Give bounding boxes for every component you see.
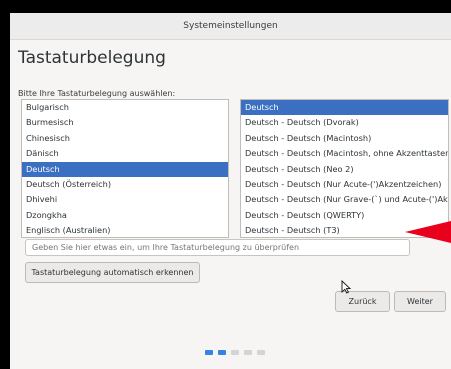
arrow-pointer-icon <box>341 280 351 294</box>
next-button-label: Weiter <box>407 297 433 306</box>
language-item[interactable]: Bulgarisch <box>22 100 228 115</box>
next-button[interactable]: Weiter <box>394 291 446 312</box>
language-item[interactable]: Dhivehi <box>22 192 228 207</box>
language-item[interactable]: Chinesisch <box>22 131 228 146</box>
variant-item[interactable]: Deutsch - Deutsch (Nur Acute-(')Akzentze… <box>241 177 448 192</box>
back-button[interactable]: Zurück <box>335 291 390 312</box>
layout-variant-list[interactable]: Deutsch Deutsch - Deutsch (Dvorak) Deutsch… <box>240 99 449 238</box>
window-title: Systemeinstellungen <box>183 21 278 31</box>
variant-item[interactable]: Deutsch - Deutsch (Macintosh, ohne Akzen… <box>241 146 448 161</box>
progress-dot <box>218 350 226 355</box>
language-item[interactable]: Dzongkha <box>22 208 228 223</box>
variant-item[interactable]: Deutsch - Deutsch (Nur Grave-(`) und Acu… <box>241 192 448 207</box>
language-item[interactable]: Dänisch <box>22 146 228 161</box>
progress-dot <box>244 350 252 355</box>
variant-item[interactable]: Deutsch <box>241 100 448 116</box>
language-item[interactable]: Englisch (Australien) <box>22 223 228 237</box>
keyboard-test-input[interactable] <box>25 239 410 256</box>
progress-dot <box>205 350 213 355</box>
layout-prompt: Bitte Ihre Tastaturbelegung auswählen: <box>18 89 176 98</box>
progress-dot <box>231 350 239 355</box>
window-titlebar: Systemeinstellungen <box>10 13 451 40</box>
settings-window: Systemeinstellungen Tastaturbelegung Bit… <box>10 13 451 369</box>
variant-item[interactable]: Deutsch - Deutsch (Neo 2) <box>241 162 448 177</box>
variant-item[interactable]: Deutsch - Deutsch (Macintosh) <box>241 131 448 146</box>
progress-dot <box>257 350 265 355</box>
progress-indicator <box>205 350 265 355</box>
language-item[interactable]: Burmesisch <box>22 115 228 130</box>
detect-layout-button[interactable]: Tastaturbelegung automatisch erkennen <box>25 262 200 283</box>
variant-item[interactable]: Deutsch - Deutsch (Dvorak) <box>241 115 448 130</box>
language-list[interactable]: Bulgarisch Burmesisch Chinesisch Dänisch Deu… <box>21 99 229 238</box>
back-button-label: Zurück <box>348 297 377 306</box>
detect-layout-button-label: Tastaturbelegung automatisch erkennen <box>31 268 194 277</box>
language-item[interactable]: Deutsch (Österreich) <box>22 177 228 192</box>
red-arrow-icon <box>405 221 451 243</box>
language-item[interactable]: Deutsch <box>22 161 228 177</box>
page-title: Tastaturbelegung <box>18 48 166 68</box>
